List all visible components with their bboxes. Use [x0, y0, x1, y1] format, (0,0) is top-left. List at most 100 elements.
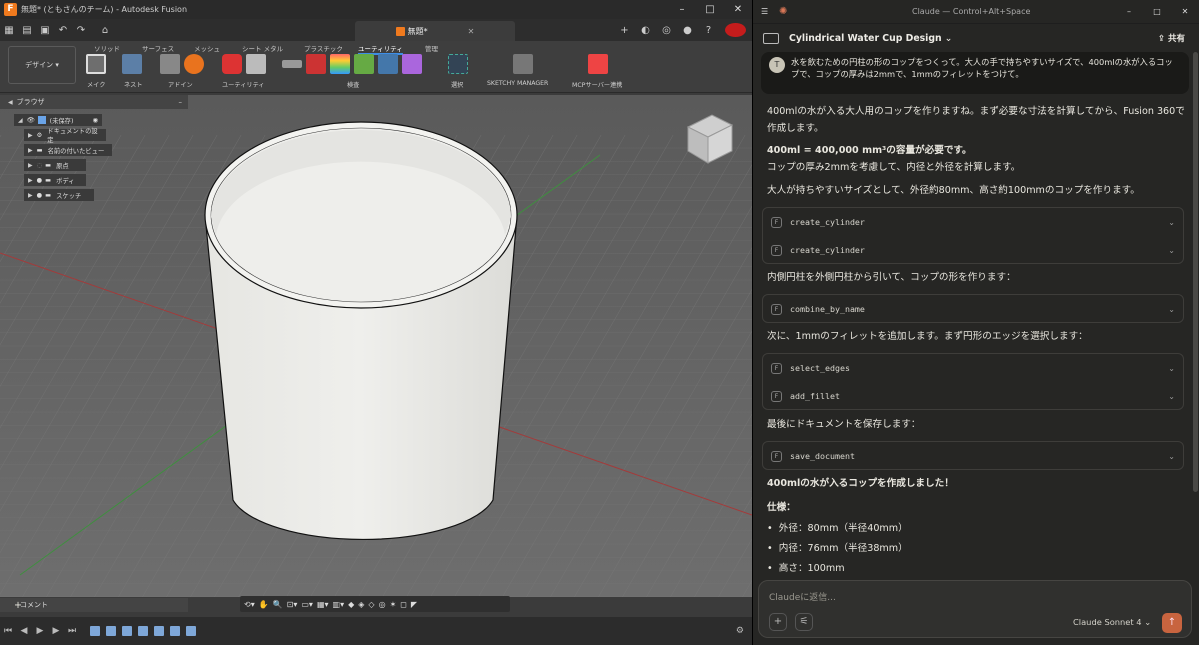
tab-manage[interactable]: 管理 — [425, 43, 438, 53]
last-icon[interactable]: ⏭ — [64, 626, 80, 636]
add-attachment-button[interactable]: + — [769, 613, 787, 631]
model-selector[interactable]: Claude Sonnet 4 ⌄ — [1073, 617, 1151, 627]
chevron-down-icon[interactable]: ⌄ — [1168, 305, 1175, 314]
help-icon[interactable]: ? — [698, 25, 719, 36]
chevron-down-icon[interactable]: ⌄ — [1168, 218, 1175, 227]
timeline-settings-icon[interactable]: ⚙ — [736, 626, 744, 636]
timeline-feature[interactable] — [138, 626, 148, 636]
doc-tab-close-icon[interactable]: ✕ — [468, 27, 475, 36]
account-avatar[interactable] — [725, 23, 746, 37]
tab-surface[interactable]: サーフェス — [142, 43, 174, 53]
axis-icon[interactable]: ✶ — [390, 600, 397, 609]
timeline-feature[interactable] — [186, 626, 196, 636]
conversation-title[interactable]: Cylindrical Water Cup Design — [789, 33, 942, 44]
browser-header[interactable]: ◀ ブラウザ – — [0, 95, 188, 109]
reply-placeholder[interactable]: Claudeに返信... — [769, 590, 836, 603]
collapse-icon[interactable]: ◀ — [8, 99, 13, 106]
chevron-down-icon[interactable]: ⌄ — [1168, 452, 1175, 461]
menu-icon[interactable]: ☰ — [761, 7, 775, 16]
cube-icon[interactable]: ◈ — [358, 600, 364, 609]
document-tab[interactable]: 無題* ✕ — [355, 21, 515, 41]
chevron-down-icon[interactable]: ⌄ — [1168, 364, 1175, 373]
file-menu-icon[interactable]: ▤ — [18, 25, 36, 36]
tool-call[interactable]: Fcombine_by_name ⌄ — [763, 295, 1183, 323]
expand-icon[interactable]: ◢ — [18, 117, 23, 124]
fit-icon[interactable]: ⊡▾ — [287, 600, 298, 609]
display-mode-icon[interactable]: ▭▾ — [301, 600, 313, 609]
job-status-icon[interactable]: ◎ — [656, 25, 677, 36]
timeline-feature[interactable] — [90, 626, 100, 636]
tool-call[interactable]: Fcreate_cylinder ⌄ — [763, 236, 1183, 264]
activate-icon[interactable]: ◉ — [93, 117, 99, 124]
viewports-icon[interactable]: ▥▾ — [333, 600, 345, 609]
timeline-feature[interactable] — [154, 626, 164, 636]
send-button[interactable]: ↑ — [1162, 613, 1182, 633]
workspace-switcher[interactable]: デザイン ▾ — [8, 46, 76, 84]
notification-icon[interactable]: ● — [677, 25, 698, 36]
comment-panel[interactable]: コメント + — [0, 598, 188, 612]
minimize-icon[interactable]: – — [1115, 7, 1143, 16]
home-icon[interactable]: ⌂ — [96, 25, 114, 36]
pan-icon[interactable]: ✋ — [259, 600, 269, 609]
browser-item-doc-settings[interactable]: ▶ ⚙ ドキュメントの設定 — [24, 128, 106, 144]
apps-grid-icon[interactable]: ▦ — [0, 25, 18, 36]
eye-icon[interactable]: ● — [37, 177, 43, 184]
orbit-icon[interactable]: ⟲▾ — [244, 600, 255, 609]
first-icon[interactable]: ⏮ — [0, 626, 16, 636]
browser-minimize-icon[interactable]: – — [179, 98, 183, 106]
eye-icon[interactable]: ● — [37, 192, 43, 199]
box-icon[interactable]: ◻ — [400, 600, 407, 609]
zoom-icon[interactable]: 🔍 — [273, 600, 283, 609]
chevron-down-icon[interactable]: ⌄ — [1168, 246, 1175, 255]
sidebar-toggle-icon[interactable] — [763, 32, 779, 44]
eye-hidden-icon[interactable]: ◌ — [37, 162, 43, 169]
close-icon[interactable]: ✕ — [724, 4, 752, 15]
maximize-icon[interactable]: □ — [696, 4, 724, 15]
close-icon[interactable]: ✕ — [1171, 7, 1199, 16]
browser-item-sketches[interactable]: ▶ ● ▬ スケッチ — [24, 189, 94, 201]
group-inspect[interactable]: 検査 — [282, 54, 442, 89]
eye-icon[interactable]: 👁 — [27, 116, 35, 124]
group-sketchy-manager[interactable]: SKETCHY MANAGER — [487, 54, 559, 88]
group-select[interactable]: 選択 — [448, 54, 472, 89]
prev-icon[interactable]: ◀ — [16, 626, 32, 636]
browser-item-named-views[interactable]: ▶ ▬ 名前の付いたビュー — [24, 144, 112, 156]
tab-plastic[interactable]: プラスチック — [304, 43, 343, 53]
timeline-feature[interactable] — [122, 626, 132, 636]
cube-icon[interactable]: ◇ — [368, 600, 374, 609]
tab-sheetmetal[interactable]: シート メタル — [242, 43, 283, 53]
browser-item-origin[interactable]: ▶ ◌ ▬ 原点 — [24, 159, 86, 171]
group-nest[interactable]: ネスト — [122, 54, 146, 89]
tool-call[interactable]: Fadd_fillet ⌄ — [763, 382, 1183, 410]
grid-icon[interactable]: ▦▾ — [317, 600, 329, 609]
minimize-icon[interactable]: – — [668, 4, 696, 15]
chevron-down-icon[interactable]: ⌄ — [945, 33, 953, 44]
group-mcp[interactable]: MCPサーバー連携 — [572, 54, 632, 89]
reply-input-box[interactable]: Claudeに返信... + ⚟ Claude Sonnet 4 ⌄ ↑ — [758, 580, 1192, 638]
tool-call[interactable]: Fcreate_cylinder ⌄ — [763, 208, 1183, 236]
cube-icon[interactable]: ◆ — [348, 600, 354, 609]
redo-icon[interactable]: ↷ — [72, 25, 90, 36]
flag-icon[interactable]: ◤ — [411, 600, 417, 609]
next-icon[interactable]: ▶ — [48, 626, 64, 636]
browser-root[interactable]: ◢ 👁 (未保存) ◉ — [14, 114, 102, 126]
undo-icon[interactable]: ↶ — [54, 25, 72, 36]
tab-mesh[interactable]: メッシュ — [194, 43, 220, 53]
save-icon[interactable]: ▣ — [36, 25, 54, 36]
tool-call[interactable]: Fsave_document ⌄ — [763, 442, 1183, 470]
tool-call[interactable]: Fselect_edges ⌄ — [763, 354, 1183, 382]
chevron-down-icon[interactable]: ⌄ — [1168, 392, 1175, 401]
group-utility[interactable]: ユーティリティ — [222, 54, 272, 89]
cup-body[interactable] — [204, 121, 518, 541]
share-button[interactable]: ⇪ 共有 — [1158, 32, 1185, 44]
chat-scroll-area[interactable]: T 水を飲むための円柱の形のコップをつくって。大人の手で持ちやすいサイズで、40… — [753, 52, 1199, 580]
play-icon[interactable]: ▶ — [32, 626, 48, 636]
online-icon[interactable]: ◐ — [635, 25, 656, 36]
timeline-feature[interactable] — [106, 626, 116, 636]
group-make[interactable]: メイク — [86, 54, 110, 89]
chat-scrollbar[interactable] — [1193, 52, 1198, 492]
sphere-icon[interactable]: ◎ — [379, 600, 386, 609]
maximize-icon[interactable]: □ — [1143, 7, 1171, 16]
timeline-feature[interactable] — [170, 626, 180, 636]
group-addins[interactable]: アドイン — [160, 54, 210, 89]
